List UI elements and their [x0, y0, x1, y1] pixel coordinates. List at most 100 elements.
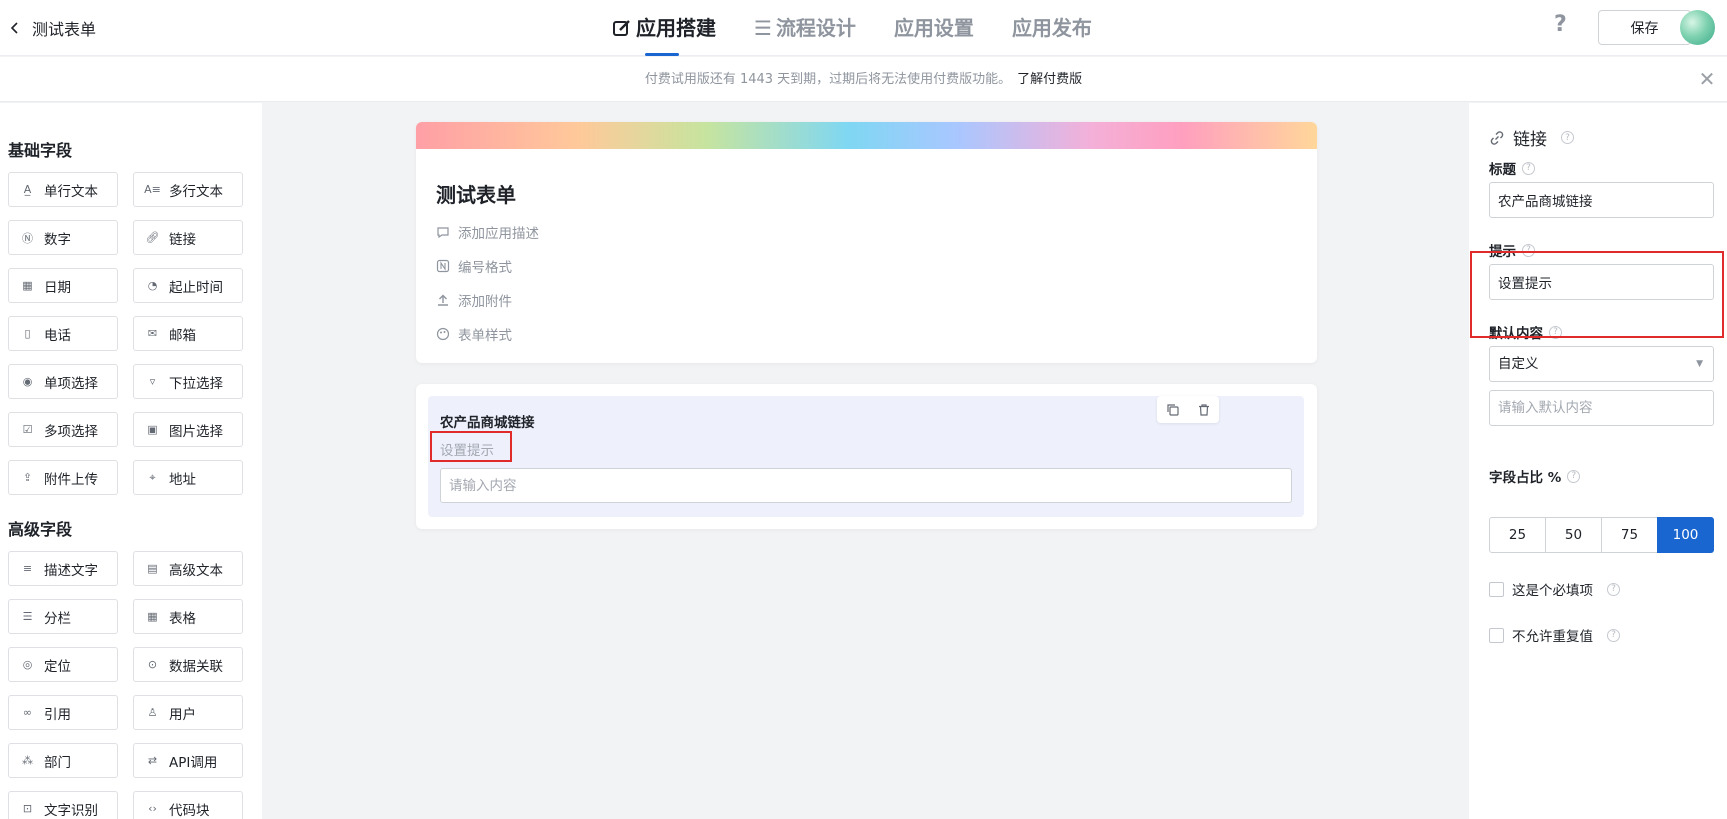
- link-field-card[interactable]: 农产品商城链接 设置提示: [416, 384, 1317, 529]
- ratio-option-25[interactable]: 25: [1489, 517, 1546, 553]
- field-type-label: 图片选择: [169, 423, 223, 440]
- title-input[interactable]: [1489, 182, 1714, 218]
- help-circle-icon[interactable]: ?: [1607, 628, 1620, 642]
- select-value: 自定义: [1498, 356, 1539, 372]
- api-icon: ⇄: [147, 754, 158, 767]
- add-description-link[interactable]: 添加应用描述: [436, 222, 539, 242]
- field-type-date[interactable]: ▦ 日期: [8, 268, 118, 303]
- required-checkbox-row[interactable]: 这是个必填项?: [1489, 579, 1620, 599]
- delete-icon[interactable]: [1197, 403, 1211, 417]
- field-ratio-label: 字段占比 %?: [1489, 466, 1581, 486]
- avatar[interactable]: [1680, 10, 1715, 45]
- form-style-link[interactable]: 表单样式: [436, 324, 512, 344]
- hint-highlight-box: [430, 431, 512, 462]
- chevron-left-icon: [10, 22, 18, 34]
- field-type-email[interactable]: ✉ 邮箱: [133, 316, 243, 351]
- ratio-option-50[interactable]: 50: [1545, 517, 1602, 553]
- default-type-select[interactable]: 自定义 ▼: [1489, 346, 1714, 382]
- field-label: 农产品商城链接: [440, 415, 535, 431]
- back-button[interactable]: 测试表单: [8, 16, 96, 40]
- field-type-label: 邮箱: [169, 327, 196, 344]
- field-type-dropdown[interactable]: ▿ 下拉选择: [133, 364, 243, 399]
- field-type-label: 多行文本: [169, 183, 223, 200]
- help-circle-icon[interactable]: ?: [1561, 131, 1574, 144]
- field-type-rich-text[interactable]: ▤ 高级文本: [133, 551, 243, 586]
- field-type-image[interactable]: ▣ 图片选择: [133, 412, 243, 447]
- number-icon: Ⓝ: [22, 231, 33, 245]
- ratio-option-100[interactable]: 100: [1657, 517, 1714, 553]
- field-type-link[interactable]: 🔗︎ 链接: [133, 220, 243, 255]
- field-type-label: 分栏: [44, 610, 71, 627]
- link-input[interactable]: [440, 468, 1292, 503]
- panel-header: 链接?: [1489, 125, 1574, 150]
- learn-paid-link[interactable]: 了解付费版: [1017, 72, 1082, 87]
- multi-line-text-icon: A≡: [144, 183, 161, 196]
- field-type-single-line-text[interactable]: A̲ 单行文本: [8, 172, 118, 207]
- field-type-multi-line-text[interactable]: A≡ 多行文本: [133, 172, 243, 207]
- properties-panel: 链接? 标题? 提示? 默认内容? 自定义 ▼ 字段占比 %? 25 50 75…: [1469, 103, 1727, 819]
- close-icon[interactable]: ✕: [1695, 57, 1719, 102]
- data-link-icon: ⊙: [147, 658, 158, 671]
- field-selected-area[interactable]: 农产品商城链接 设置提示: [428, 396, 1304, 517]
- help-icon[interactable]: ?: [1554, 12, 1567, 37]
- tab-label: 流程设计: [775, 16, 856, 40]
- field-type-label: 文字识别: [44, 802, 98, 819]
- field-type-code[interactable]: ‹› 代码块: [133, 791, 243, 819]
- number-format-icon: [436, 259, 450, 273]
- help-circle-icon[interactable]: ?: [1607, 582, 1620, 596]
- ratio-option-75[interactable]: 75: [1601, 517, 1658, 553]
- field-type-columns[interactable]: ☰ 分栏: [8, 599, 118, 634]
- field-type-table[interactable]: ▦ 表格: [133, 599, 243, 634]
- main-tabs: 应用搭建 ☰ 流程设计 应用设置 应用发布: [612, 0, 1130, 56]
- table-icon: ▦: [147, 610, 158, 623]
- link-icon: 🔗︎: [145, 231, 160, 244]
- date-icon: ▦: [22, 279, 33, 292]
- field-type-checkbox[interactable]: ☑ 多项选择: [8, 412, 118, 447]
- help-circle-icon[interactable]: ?: [1567, 469, 1581, 483]
- list-icon: ☰: [754, 16, 772, 40]
- field-actions: [1157, 396, 1219, 423]
- address-icon: ⌖: [149, 470, 156, 484]
- tab-app-settings[interactable]: 应用设置: [894, 0, 974, 56]
- required-checkbox[interactable]: [1489, 581, 1504, 597]
- tab-app-build[interactable]: 应用搭建: [612, 0, 716, 56]
- upload-icon: ⇪: [22, 471, 33, 484]
- field-type-upload[interactable]: ⇪ 附件上传: [8, 460, 118, 495]
- field-type-data-link[interactable]: ⊙ 数据关联: [133, 647, 243, 682]
- help-circle-icon[interactable]: ?: [1522, 161, 1535, 175]
- number-format-link[interactable]: 编号格式: [436, 256, 512, 276]
- add-attachment-link[interactable]: 添加附件: [436, 290, 512, 310]
- title-label: 标题?: [1489, 158, 1535, 178]
- field-type-label: 定位: [44, 658, 71, 675]
- field-type-phone[interactable]: ▯ 电话: [8, 316, 118, 351]
- field-type-number[interactable]: Ⓝ 数字: [8, 220, 118, 255]
- tab-process-design[interactable]: ☰ 流程设计: [754, 0, 856, 56]
- field-type-label: 引用: [44, 706, 71, 723]
- field-type-reference[interactable]: ∞ 引用: [8, 695, 118, 730]
- field-type-radio[interactable]: ◉ 单项选择: [8, 364, 118, 399]
- field-type-api[interactable]: ⇄ API调用: [133, 743, 243, 778]
- app-title: 测试表单: [32, 20, 97, 39]
- no-duplicate-checkbox[interactable]: [1489, 627, 1504, 643]
- field-type-location[interactable]: ◎ 定位: [8, 647, 118, 682]
- caret-down-icon: ▼: [1696, 359, 1703, 369]
- trial-notice-bar: 付费试用版还有 1443 天到期，过期后将无法使用付费版功能。 了解付费版 ✕: [0, 57, 1727, 102]
- save-button[interactable]: 保存: [1598, 10, 1691, 45]
- field-type-user[interactable]: ♙ 用户: [133, 695, 243, 730]
- field-type-label: 代码块: [169, 802, 210, 819]
- field-type-time-range[interactable]: ◔ 起止时间: [133, 268, 243, 303]
- field-type-description[interactable]: ≡ 描述文字: [8, 551, 118, 586]
- field-type-label: 地址: [169, 471, 196, 488]
- copy-icon[interactable]: [1166, 403, 1180, 417]
- no-duplicate-checkbox-row[interactable]: 不允许重复值?: [1489, 625, 1620, 645]
- meta-label: 编号格式: [458, 260, 512, 276]
- link-icon: [1490, 130, 1504, 145]
- tab-app-publish[interactable]: 应用发布: [1012, 0, 1092, 56]
- image-icon: ▣: [147, 423, 158, 436]
- form-title[interactable]: 测试表单: [436, 179, 516, 208]
- field-type-department[interactable]: ⁂ 部门: [8, 743, 118, 778]
- field-type-address[interactable]: ⌖ 地址: [133, 460, 243, 495]
- default-content-input[interactable]: [1489, 390, 1714, 426]
- field-type-ocr[interactable]: ⊡ 文字识别: [8, 791, 118, 819]
- comment-icon: [437, 227, 449, 239]
